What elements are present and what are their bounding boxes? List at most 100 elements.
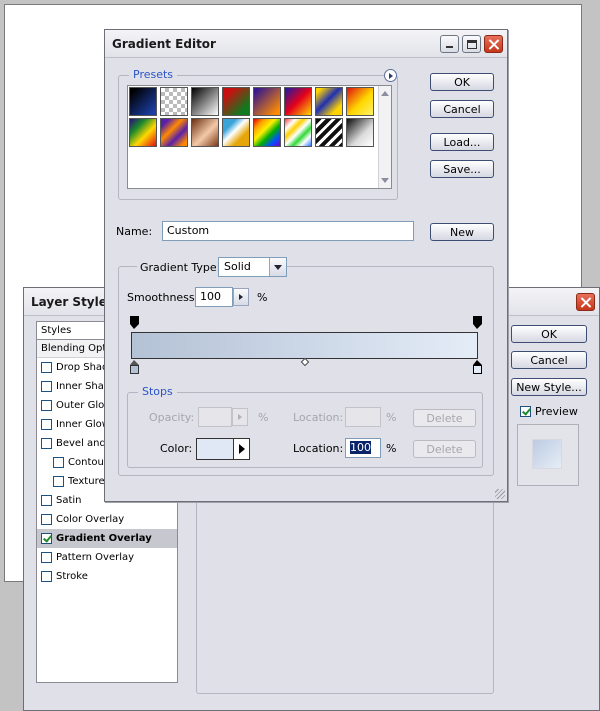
gradient-preset-swatch[interactable] xyxy=(222,118,250,147)
presets-label: Presets xyxy=(129,68,178,81)
gradient-type-select[interactable]: Solid xyxy=(218,257,287,277)
gradient-preset-swatch[interactable] xyxy=(315,87,343,116)
gradient-preset-swatch[interactable] xyxy=(253,87,281,116)
opacity-location-input[interactable] xyxy=(345,407,381,427)
layer-style-close-button[interactable] xyxy=(576,293,595,311)
preview-checkbox-row[interactable]: Preview xyxy=(520,405,578,418)
gradient-preset-swatch[interactable] xyxy=(346,87,374,116)
close-icon xyxy=(488,39,499,50)
style-checkbox[interactable] xyxy=(41,419,52,430)
opacity-label: Opacity: xyxy=(149,411,195,424)
style-checkbox[interactable] xyxy=(41,571,52,582)
scroll-down-icon[interactable] xyxy=(381,178,389,183)
style-checkbox[interactable] xyxy=(41,438,52,449)
style-item-label: Inner Glow xyxy=(56,419,110,430)
layer-style-ok-button[interactable]: OK xyxy=(511,325,587,343)
presets-scrollbar[interactable] xyxy=(378,86,391,188)
opacity-stop-left[interactable] xyxy=(130,316,139,329)
gradient-preset-swatch[interactable] xyxy=(315,118,343,147)
scroll-up-icon[interactable] xyxy=(381,91,389,96)
style-checkbox[interactable] xyxy=(53,457,64,468)
color-picker-button[interactable] xyxy=(233,439,249,459)
opacity-stop-right[interactable] xyxy=(473,316,482,329)
gradient-preview-bar[interactable] xyxy=(131,332,478,359)
gradient-preset-swatch[interactable] xyxy=(284,118,312,147)
style-item-label: Satin xyxy=(56,495,82,506)
gradient-editor-title: Gradient Editor xyxy=(112,37,216,51)
load-button[interactable]: Load... xyxy=(430,133,494,151)
style-item[interactable]: Stroke xyxy=(37,567,177,586)
gradient-type-dropdown-button[interactable] xyxy=(269,258,286,276)
layer-style-title: Layer Style xyxy=(31,295,107,309)
smoothness-slider-button[interactable] xyxy=(233,288,249,306)
gradient-editor-titlebar[interactable]: Gradient Editor xyxy=(105,30,507,58)
arrow-right-icon xyxy=(238,444,245,454)
color-stop-swatch[interactable] xyxy=(196,438,250,460)
opacity-location-label: Location: xyxy=(293,411,344,424)
color-location-label: Location: xyxy=(293,442,344,455)
style-checkbox[interactable] xyxy=(41,533,52,544)
preview-thumbnail xyxy=(517,424,579,486)
chevron-down-icon xyxy=(274,264,282,270)
gradient-preset-swatch[interactable] xyxy=(160,118,188,147)
style-item[interactable]: Gradient Overlay xyxy=(37,529,177,548)
style-item-label: Stroke xyxy=(56,571,88,582)
style-item[interactable]: Color Overlay xyxy=(37,510,177,529)
style-checkbox[interactable] xyxy=(53,476,64,487)
style-item[interactable]: Pattern Overlay xyxy=(37,548,177,567)
gradient-type-label: Gradient Type: xyxy=(137,261,224,274)
style-checkbox[interactable] xyxy=(41,552,52,563)
opacity-delete-button[interactable]: Delete xyxy=(413,409,476,427)
style-item-label: Color Overlay xyxy=(56,514,125,525)
color-location-input[interactable]: 100 xyxy=(345,438,381,458)
gradient-editor-close-button[interactable] xyxy=(484,35,503,53)
color-stop-left[interactable] xyxy=(130,360,139,374)
opacity-location-percent: % xyxy=(386,411,397,424)
gradient-preset-swatch[interactable] xyxy=(253,118,281,147)
new-button[interactable]: New xyxy=(430,223,494,241)
stops-label: Stops xyxy=(138,385,177,398)
style-checkbox[interactable] xyxy=(41,362,52,373)
gradient-preset-swatch[interactable] xyxy=(191,118,219,147)
gradient-preset-swatch[interactable] xyxy=(129,118,157,147)
layer-style-cancel-button[interactable]: Cancel xyxy=(511,351,587,369)
style-item-label: Gradient Overlay xyxy=(56,533,152,544)
resize-grip-icon[interactable] xyxy=(495,489,505,499)
style-checkbox[interactable] xyxy=(41,381,52,392)
arrow-right-icon xyxy=(239,294,243,300)
color-label: Color: xyxy=(160,442,193,455)
presets-menu-icon[interactable] xyxy=(384,69,397,82)
smoothness-label: Smoothness: xyxy=(127,291,199,304)
gradient-preset-swatch[interactable] xyxy=(346,118,374,147)
preview-checkbox[interactable] xyxy=(520,406,531,417)
color-location-value: 100 xyxy=(350,441,371,454)
gradient-type-value: Solid xyxy=(224,260,251,273)
color-location-percent: % xyxy=(386,442,397,455)
color-delete-button[interactable]: Delete xyxy=(413,440,476,458)
gradient-preset-swatch[interactable] xyxy=(222,87,250,116)
minimize-button[interactable] xyxy=(440,35,459,53)
name-label: Name: xyxy=(116,225,153,238)
style-checkbox[interactable] xyxy=(41,400,52,411)
name-input[interactable]: Custom xyxy=(162,221,414,241)
presets-group: Presets xyxy=(118,68,398,200)
preview-label: Preview xyxy=(535,405,578,418)
new-style-button[interactable]: New Style... xyxy=(511,378,587,396)
maximize-icon xyxy=(466,39,477,49)
gradient-ok-button[interactable]: OK xyxy=(430,73,494,91)
opacity-slider-button[interactable] xyxy=(232,408,248,426)
style-settings-panel xyxy=(196,498,494,694)
style-checkbox[interactable] xyxy=(41,495,52,506)
gradient-preset-swatch[interactable] xyxy=(160,87,188,116)
minimize-icon xyxy=(446,46,453,48)
style-checkbox[interactable] xyxy=(41,514,52,525)
maximize-button[interactable] xyxy=(462,35,481,53)
color-stop-right[interactable] xyxy=(473,360,482,374)
opacity-input[interactable] xyxy=(198,407,232,427)
smoothness-input[interactable]: 100 xyxy=(195,287,233,307)
save-button[interactable]: Save... xyxy=(430,160,494,178)
gradient-preset-swatch[interactable] xyxy=(284,87,312,116)
gradient-preset-swatch[interactable] xyxy=(191,87,219,116)
gradient-preset-swatch[interactable] xyxy=(129,87,157,116)
gradient-cancel-button[interactable]: Cancel xyxy=(430,100,494,118)
